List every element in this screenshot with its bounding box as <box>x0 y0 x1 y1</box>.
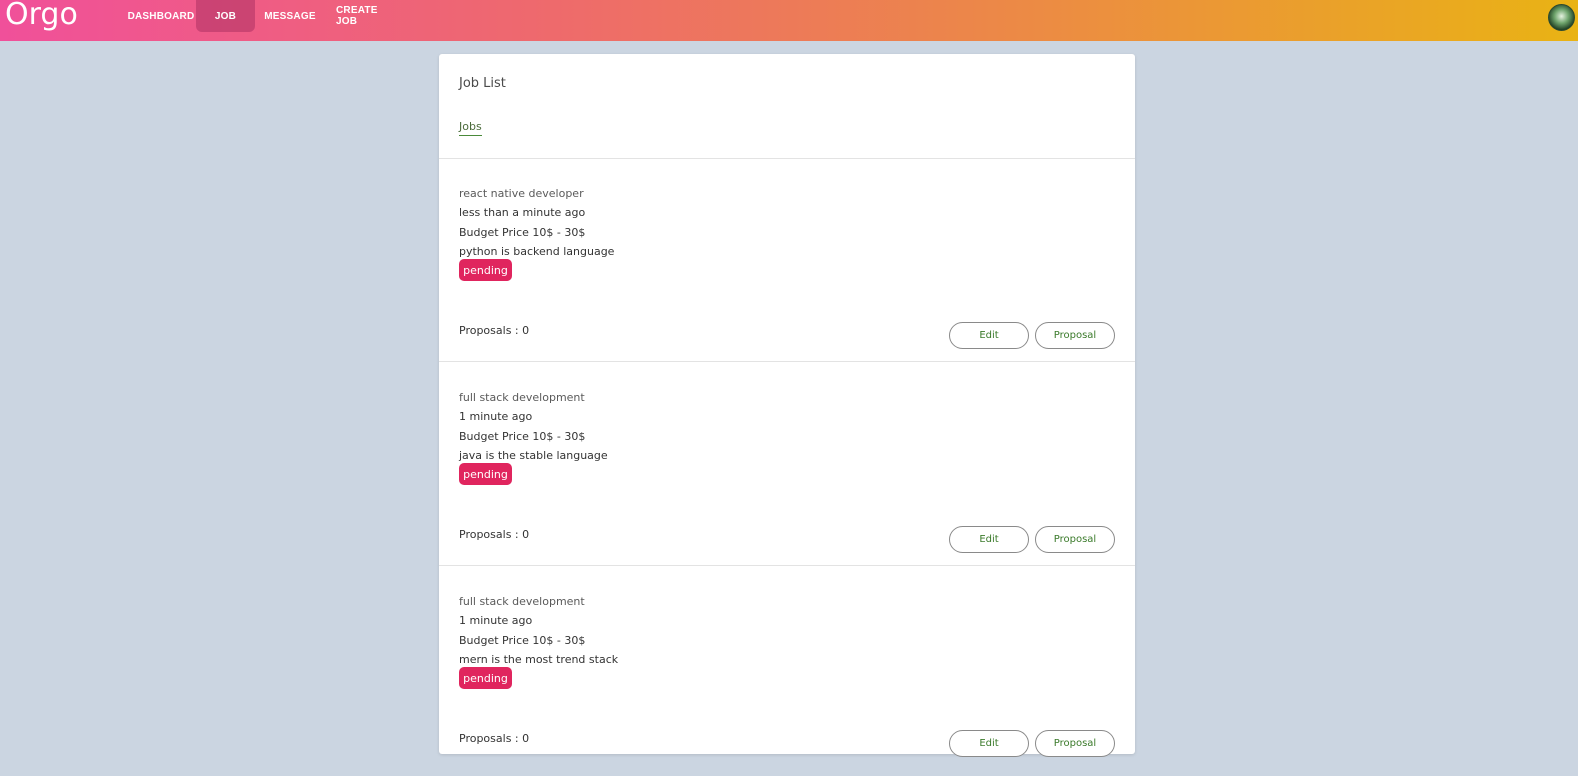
job-item: full stack development 1 minute ago Budg… <box>439 369 1135 572</box>
divider <box>439 565 1135 566</box>
job-description: mern is the most trend stack <box>459 653 619 666</box>
nav-message[interactable]: MESSAGE <box>262 0 318 32</box>
job-list-card: Job List Jobs react native developer les… <box>439 54 1135 757</box>
job-time: 1 minute ago <box>459 410 533 423</box>
job-budget: Budget Price 10$ - 30$ <box>459 226 586 239</box>
status-badge: pending <box>459 463 512 485</box>
divider <box>439 361 1135 362</box>
job-item: full stack development 1 minute ago Budg… <box>439 573 1135 776</box>
tab-jobs[interactable]: Jobs <box>459 120 482 136</box>
proposals-count: Proposals : 0 <box>459 732 530 745</box>
status-badge: pending <box>459 667 512 689</box>
card-title: Job List <box>459 76 506 91</box>
job-item: react native developer less than a minut… <box>439 165 1135 368</box>
job-title: full stack development <box>459 391 585 404</box>
proposal-button[interactable]: Proposal <box>1035 526 1115 553</box>
job-budget: Budget Price 10$ - 30$ <box>459 634 586 647</box>
edit-button[interactable]: Edit <box>949 730 1029 757</box>
job-time: less than a minute ago <box>459 206 586 219</box>
proposals-count: Proposals : 0 <box>459 528 530 541</box>
job-budget: Budget Price 10$ - 30$ <box>459 430 586 443</box>
user-avatar-icon[interactable] <box>1548 4 1575 31</box>
nav-create-job[interactable]: CREATE JOB <box>336 0 401 32</box>
job-description: java is the stable language <box>459 449 608 462</box>
top-navbar: Orgo DASHBOARD JOB MESSAGE CREATE JOB <box>0 0 1578 41</box>
proposals-count: Proposals : 0 <box>459 324 530 337</box>
brand-logo[interactable]: Orgo <box>5 0 78 33</box>
proposal-button[interactable]: Proposal <box>1035 730 1115 757</box>
nav-job[interactable]: JOB <box>196 0 255 32</box>
status-badge: pending <box>459 259 512 281</box>
proposal-button[interactable]: Proposal <box>1035 322 1115 349</box>
edit-button[interactable]: Edit <box>949 526 1029 553</box>
divider <box>439 158 1135 159</box>
nav-dashboard[interactable]: DASHBOARD <box>126 0 196 32</box>
job-description: python is backend language <box>459 245 615 258</box>
edit-button[interactable]: Edit <box>949 322 1029 349</box>
job-title: react native developer <box>459 187 584 200</box>
job-time: 1 minute ago <box>459 614 533 627</box>
job-title: full stack development <box>459 595 585 608</box>
